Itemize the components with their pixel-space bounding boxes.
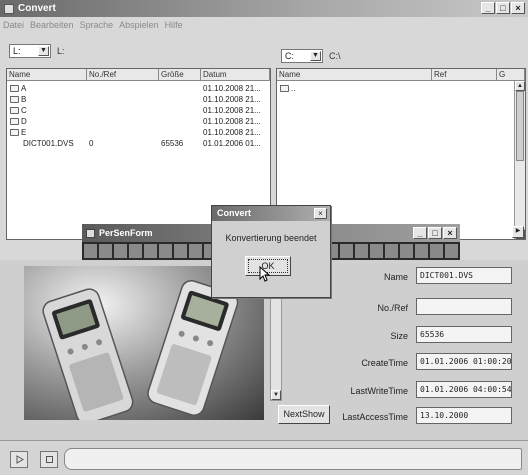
createtime-label: CreateTime bbox=[361, 358, 408, 368]
list-item[interactable]: A 01.10.2008 21... bbox=[7, 84, 270, 94]
column-header-g[interactable]: G bbox=[497, 69, 525, 81]
column-header-ref[interactable]: Ref bbox=[432, 69, 497, 81]
name-field[interactable]: DICT001.DVS bbox=[416, 267, 512, 284]
left-drive-select[interactable]: L: ▼ bbox=[9, 44, 51, 58]
column-header-name[interactable]: Name bbox=[277, 69, 432, 81]
list-item[interactable]: D 01.10.2008 21... bbox=[7, 117, 270, 127]
minimize-button[interactable]: _ bbox=[413, 227, 427, 239]
playback-slider[interactable] bbox=[64, 448, 522, 470]
lastwritetime-field[interactable]: 01.01.2006 04:00:54 bbox=[416, 381, 512, 398]
folder-icon bbox=[10, 129, 19, 137]
size-field[interactable]: 65536 bbox=[416, 326, 512, 343]
column-header-name[interactable]: Name bbox=[7, 69, 87, 81]
scroll-up-button[interactable]: ▲ bbox=[515, 81, 525, 91]
left-path-label: L: bbox=[57, 46, 65, 56]
createtime-field[interactable]: 01.01.2006 01:00:20 bbox=[416, 353, 512, 370]
column-header-size[interactable]: Größe bbox=[159, 69, 201, 81]
list-item[interactable]: B 01.10.2008 21... bbox=[7, 95, 270, 105]
ref-label: No./Ref bbox=[377, 303, 408, 313]
menu-hilfe[interactable]: Hilfe bbox=[165, 20, 183, 30]
app-icon bbox=[4, 3, 14, 14]
play-button[interactable] bbox=[10, 451, 28, 468]
minimize-button[interactable]: _ bbox=[481, 2, 495, 14]
close-button[interactable]: × bbox=[511, 2, 525, 14]
menu-sprache[interactable]: Sprache bbox=[80, 20, 114, 30]
right-drive-select[interactable]: C: ▼ bbox=[281, 49, 323, 63]
size-label: Size bbox=[390, 331, 408, 341]
list-item[interactable]: .. bbox=[277, 84, 507, 94]
scroll-right-button[interactable]: ▶ bbox=[512, 226, 524, 238]
scrollbar-thumb[interactable] bbox=[516, 91, 524, 161]
chevron-down-icon[interactable]: ▼ bbox=[310, 51, 321, 61]
lastaccesstime-field[interactable]: 13.10.2000 bbox=[416, 407, 512, 424]
right-drive-value: C: bbox=[285, 51, 294, 61]
dialog-title: Convert bbox=[212, 206, 330, 221]
menu-bar: Datei Bearbeiten Sprache Abspielen Hilfe bbox=[0, 17, 528, 32]
folder-icon bbox=[10, 107, 19, 115]
left-drive-value: L: bbox=[13, 46, 21, 56]
close-button[interactable]: × bbox=[443, 227, 457, 239]
lastaccesstime-label: LastAccessTime bbox=[342, 412, 408, 422]
menu-abspielen[interactable]: Abspielen bbox=[119, 20, 159, 30]
dialog-message: Konvertierung beendet bbox=[225, 233, 317, 243]
cursor-icon bbox=[259, 266, 271, 282]
maximize-button[interactable]: □ bbox=[428, 227, 442, 239]
folder-icon bbox=[10, 118, 19, 126]
stop-icon bbox=[45, 456, 53, 463]
right-list-scrollbar[interactable]: ▲ ▼ bbox=[514, 81, 525, 239]
scroll-down-button[interactable]: ▼ bbox=[271, 390, 281, 400]
stop-button[interactable] bbox=[40, 451, 58, 468]
title-bar: Convert _ □ × bbox=[0, 0, 528, 17]
list-item[interactable]: C 01.10.2008 21... bbox=[7, 106, 270, 116]
folder-icon bbox=[10, 85, 19, 93]
menu-bearbeiten[interactable]: Bearbeiten bbox=[30, 20, 74, 30]
bottom-toolbar bbox=[0, 440, 528, 475]
list-item[interactable]: E 01.10.2008 21... bbox=[7, 128, 270, 138]
play-icon bbox=[16, 455, 24, 464]
dialog-close-button[interactable]: × bbox=[314, 208, 327, 219]
lastwritetime-label: LastWriteTime bbox=[350, 386, 408, 396]
convert-dialog: Convert × Konvertierung beendet OK bbox=[211, 205, 331, 298]
menu-datei[interactable]: Datei bbox=[3, 20, 24, 30]
folder-icon bbox=[280, 85, 289, 93]
folder-icon bbox=[10, 96, 19, 104]
window-title: Convert bbox=[18, 3, 56, 14]
column-header-date[interactable]: Datum bbox=[201, 69, 270, 81]
maximize-button[interactable]: □ bbox=[496, 2, 510, 14]
chevron-down-icon[interactable]: ▼ bbox=[38, 46, 49, 56]
perserform-title: PerSenForm bbox=[99, 228, 153, 238]
nextshow-button[interactable]: NextShow bbox=[278, 405, 330, 424]
app-icon bbox=[86, 228, 95, 238]
name-label: Name bbox=[383, 272, 408, 282]
column-header-ref[interactable]: No./Ref bbox=[87, 69, 159, 81]
list-item[interactable]: DICT001.DVS 0 65536 01.01.2006 01... bbox=[7, 139, 270, 149]
right-path-label: C:\ bbox=[329, 51, 341, 61]
ref-field[interactable] bbox=[416, 298, 512, 315]
